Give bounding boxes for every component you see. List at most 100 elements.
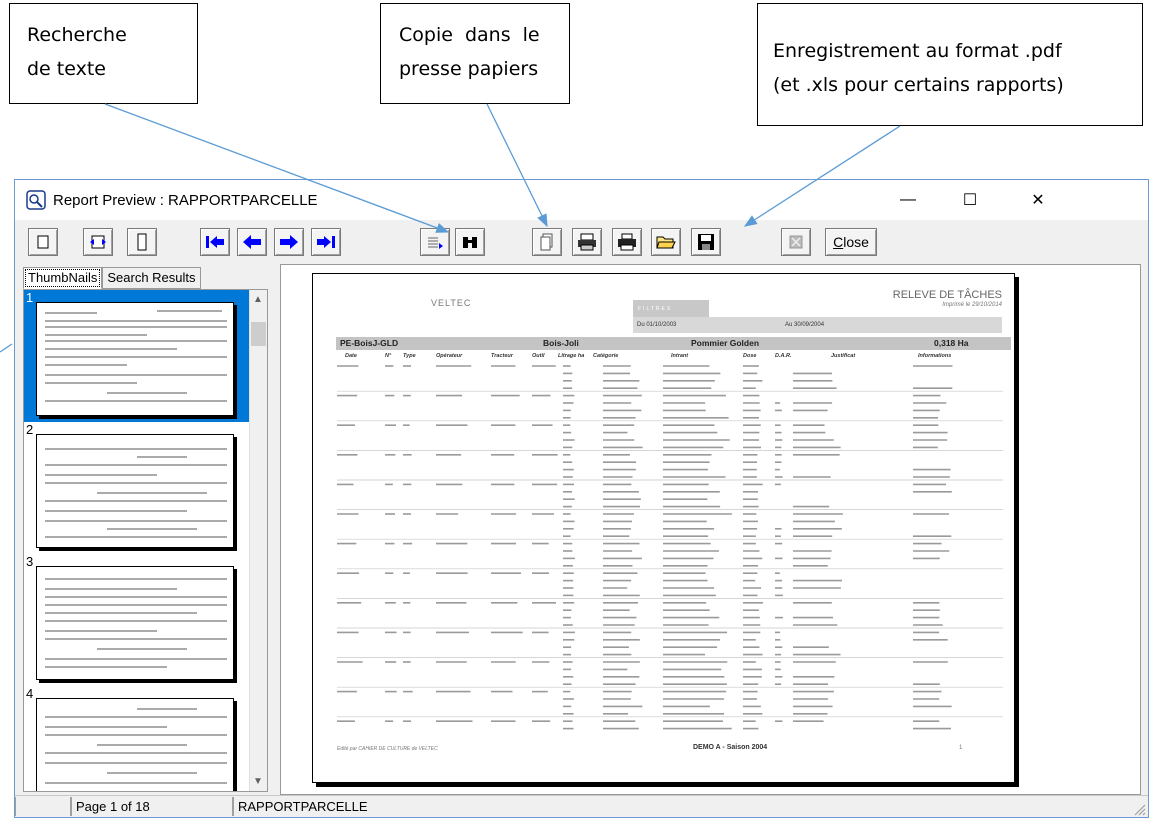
tab-search-results[interactable]: Search Results: [102, 267, 201, 289]
panel-tabs: ThumbNails Search Results: [23, 267, 201, 289]
callout-save-pdf: Enregistrement au format .pdf (et .xls p…: [757, 3, 1143, 126]
minimize-button[interactable]: —: [885, 180, 931, 220]
report-preview-area[interactable]: VELTEC RELEVE DE TÂCHES Imprimé le 29/10…: [280, 264, 1141, 795]
report-app-icon: [26, 190, 46, 210]
column-header: Date: [345, 353, 357, 359]
thumbnail-page-1[interactable]: 1: [24, 290, 250, 422]
next-page-button[interactable]: [274, 228, 304, 256]
maximize-button[interactable]: ☐: [947, 180, 993, 220]
column-header: N°: [385, 353, 392, 359]
callout-line: (et .xls pour certains rapports): [773, 74, 1064, 96]
report-printed-date: Imprimé le 29/10/2014: [942, 302, 1002, 308]
thumbnail-preview: [36, 698, 234, 791]
callout-line: Copie dans le: [399, 24, 540, 46]
export-disabled-icon: [789, 235, 803, 249]
open-folder-icon: [656, 236, 676, 249]
thumbnail-panel: 1 2 3 4 ▲ ▼: [23, 289, 268, 792]
print-button[interactable]: [612, 228, 642, 256]
thumbnail-preview: [36, 302, 234, 416]
scroll-up-icon[interactable]: ▲: [253, 294, 263, 305]
open-file-button[interactable]: [651, 228, 681, 256]
callout-line: presse papiers: [399, 58, 539, 80]
parcel-variety: Pommier Golden: [691, 338, 760, 348]
toolbar: Close: [15, 228, 1148, 258]
last-page-button[interactable]: [311, 228, 341, 256]
report-footer-center: DEMO A - Saison 2004: [693, 744, 768, 751]
floppy-disk-icon: [698, 234, 714, 250]
parcel-area: 0,318 Ha: [934, 338, 969, 348]
column-header: Intrant: [671, 353, 689, 359]
callout-search-text: Recherche de texte: [9, 3, 198, 104]
resize-grip-icon[interactable]: [1132, 802, 1146, 816]
callout-copy-clipboard: Copie dans le presse papiers: [380, 3, 570, 104]
thumbnail-lines: [45, 448, 227, 538]
title-bar: Report Preview : RAPPORTPARCELLE — ☐ ✕: [15, 180, 1148, 220]
fit-width-view-button[interactable]: [83, 228, 113, 256]
thumbnail-preview: [36, 566, 234, 680]
thumbnail-page-4[interactable]: 4: [24, 686, 250, 791]
fit-page-view-button[interactable]: [127, 228, 157, 256]
callout-line: Enregistrement au format .pdf: [773, 40, 1062, 62]
copy-page-icon: [540, 233, 553, 251]
parcel-site: Bois-Joli: [543, 338, 579, 348]
scroll-down-icon[interactable]: ▼: [253, 776, 263, 787]
report-page-number: 1: [959, 745, 963, 751]
fit-page-icon: [137, 233, 147, 251]
period-to: Au 30/09/2004: [785, 322, 825, 328]
thumbnail-scrollbar[interactable]: ▲ ▼: [249, 290, 267, 791]
single-page-icon: [37, 235, 49, 249]
first-page-icon: [206, 236, 224, 248]
printer-setup-icon: [578, 233, 596, 251]
column-header: Tracteur: [491, 353, 513, 359]
thumbnail-number: 2: [26, 422, 34, 437]
binoculars-icon: [463, 237, 477, 248]
close-button[interactable]: Close: [825, 228, 877, 256]
arrow-to-thumbnails: [0, 343, 13, 353]
status-page: Page 1 of 18: [71, 797, 233, 816]
column-header: Justificat: [831, 353, 856, 359]
report-title: RELEVE DE TÂCHES: [892, 289, 1002, 301]
thumbnail-number: 4: [26, 686, 34, 701]
thumbnail-preview: [36, 434, 234, 548]
report-body-lines: [337, 365, 1003, 730]
filters-label: FILTRES: [638, 306, 673, 312]
search-text-button[interactable]: [420, 228, 450, 256]
callout-line: Recherche: [27, 24, 127, 46]
arrow-right-icon: [280, 235, 298, 249]
window-title: Report Preview : RAPPORTPARCELLE: [53, 191, 318, 209]
period-box: Du 01/10/2003 Au 30/09/2004: [633, 317, 1002, 333]
save-pdf-button[interactable]: [691, 228, 721, 256]
column-header: Informations: [918, 353, 952, 359]
tab-thumbnails[interactable]: ThumbNails: [23, 267, 103, 289]
thumbnail-page-3[interactable]: 3: [24, 554, 250, 686]
arrow-left-icon: [243, 235, 261, 249]
fit-width-icon: [90, 235, 106, 249]
copy-clipboard-button[interactable]: [532, 228, 562, 256]
column-header: Type: [403, 353, 416, 359]
column-header: Litrage ha: [558, 353, 585, 359]
find-button[interactable]: [455, 228, 485, 256]
scrollbar-thumb[interactable]: [251, 322, 266, 346]
thumbnail-number: 3: [26, 554, 34, 569]
parcel-name: PE-BoisJ-GLD: [340, 338, 399, 348]
close-label: Close: [833, 234, 869, 250]
single-page-view-button[interactable]: [28, 228, 58, 256]
text-lines-icon: [428, 237, 443, 249]
report-page: VELTEC RELEVE DE TÂCHES Imprimé le 29/10…: [312, 273, 1015, 783]
close-window-button[interactable]: ✕: [1015, 180, 1061, 220]
printer-icon: [618, 233, 636, 251]
maximize-icon: ☐: [962, 192, 978, 209]
last-page-icon: [317, 236, 335, 248]
column-header: Catégorie: [593, 353, 619, 359]
report-company: VELTEC: [431, 298, 472, 308]
close-icon: ✕: [1031, 192, 1045, 209]
thumbnail-lines: [45, 708, 227, 784]
previous-page-button[interactable]: [237, 228, 267, 256]
thumbnail-page-2[interactable]: 2: [24, 422, 250, 554]
report-footer-left: Edité par CAHIER DE CULTURE de VELTEC: [337, 746, 438, 752]
first-page-button[interactable]: [200, 228, 230, 256]
print-setup-button[interactable]: [572, 228, 602, 256]
thumbnail-lines: [45, 578, 227, 668]
period-from: Du 01/10/2003: [637, 322, 677, 328]
export-button[interactable]: [781, 228, 811, 256]
